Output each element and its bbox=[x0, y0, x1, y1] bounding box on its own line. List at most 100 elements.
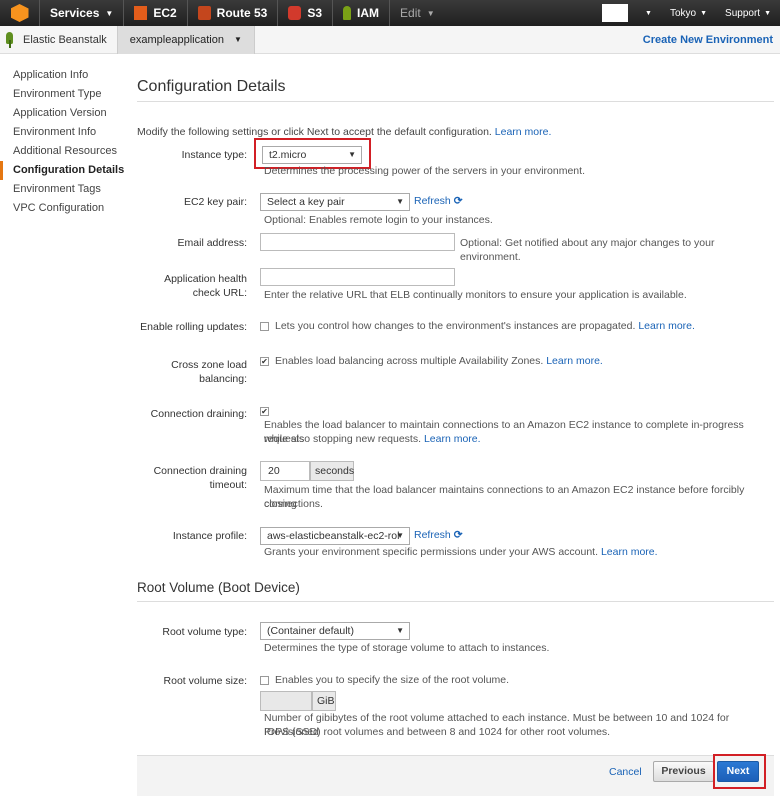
rolling-updates-help: Lets you control how changes to the envi… bbox=[275, 319, 695, 333]
sidebar-item-application-info[interactable]: Application Info bbox=[0, 66, 118, 85]
rolling-updates-checkbox[interactable] bbox=[260, 322, 269, 331]
root-volume-section-title: Root Volume (Boot Device) bbox=[137, 580, 300, 595]
dropdown-arrow-icon: ▼ bbox=[396, 626, 404, 635]
sidebar-item-environment-tags[interactable]: Environment Tags bbox=[0, 180, 118, 199]
instance-profile-select[interactable]: aws-elasticbeanstalk-ec2-rol ▼ bbox=[260, 527, 410, 545]
key-pair-select[interactable]: Select a key pair ▼ bbox=[260, 193, 410, 211]
account-menu[interactable] bbox=[602, 4, 629, 22]
key-pair-label: EC2 key pair: bbox=[183, 196, 247, 208]
support-menu[interactable]: Support ▼ bbox=[716, 0, 780, 26]
nav-route53[interactable]: Route 53 bbox=[188, 0, 279, 26]
support-label: Support bbox=[725, 7, 761, 19]
instance-profile-value: aws-elasticbeanstalk-ec2-rol bbox=[267, 530, 400, 542]
application-dropdown[interactable]: exampleapplication ▼ bbox=[116, 25, 255, 54]
services-menu[interactable]: Services ▼ bbox=[40, 0, 125, 26]
cancel-link[interactable]: Cancel bbox=[609, 766, 642, 778]
ec2-icon bbox=[134, 6, 148, 20]
nav-right-group: ▼ Tokyo ▼ Support ▼ bbox=[602, 0, 780, 26]
aws-logo[interactable] bbox=[0, 0, 40, 26]
dropdown-arrow-icon: ▼ bbox=[396, 531, 404, 540]
chevron-down-icon: ▼ bbox=[426, 8, 435, 18]
health-check-url-field[interactable] bbox=[260, 268, 455, 286]
sidebar-item-application-version[interactable]: Application Version bbox=[0, 104, 118, 123]
connection-draining-label: Connection draining: bbox=[150, 408, 247, 420]
key-pair-value: Select a key pair bbox=[267, 196, 345, 208]
root-volume-type-label: Root volume type: bbox=[162, 626, 247, 638]
route53-icon bbox=[197, 6, 211, 20]
instance-profile-learn-more-link[interactable]: Learn more. bbox=[601, 546, 658, 558]
refresh-label: Refresh bbox=[414, 195, 451, 207]
iam-icon bbox=[343, 6, 352, 20]
sidebar-item-additional-resources[interactable]: Additional Resources bbox=[0, 142, 118, 161]
previous-button[interactable]: Previous bbox=[653, 761, 714, 782]
cross-zone-checkbox[interactable]: ✔ bbox=[260, 357, 269, 366]
root-volume-type-help: Determines the type of storage volume to… bbox=[264, 642, 550, 654]
nav-ec2-label: EC2 bbox=[153, 6, 177, 20]
sidebar-item-environment-info[interactable]: Environment Info bbox=[0, 123, 118, 142]
beanstalk-icon bbox=[6, 31, 16, 48]
root-volume-type-value: (Container default) bbox=[267, 625, 354, 637]
account-chevron[interactable]: ▼ bbox=[632, 0, 661, 26]
connection-draining-help-line2: while also stopping new requests. Learn … bbox=[264, 432, 481, 446]
health-check-label: Application health check URL: bbox=[164, 273, 247, 299]
connection-draining-learn-more-link[interactable]: Learn more. bbox=[424, 433, 481, 445]
chevron-down-icon: ▼ bbox=[105, 8, 114, 18]
services-label: Services bbox=[50, 6, 100, 20]
cross-zone-help-text: Enables load balancing across multiple A… bbox=[275, 355, 544, 367]
sidebar-item-configuration-details[interactable]: Configuration Details bbox=[0, 161, 124, 180]
nav-iam[interactable]: IAM bbox=[333, 0, 391, 26]
elastic-beanstalk-home[interactable]: Elastic Beanstalk bbox=[0, 26, 117, 54]
cross-zone-help: Enables load balancing across multiple A… bbox=[275, 354, 603, 368]
chevron-down-icon: ▼ bbox=[645, 9, 652, 17]
caret-down-icon: ▼ bbox=[233, 35, 242, 44]
root-volume-size-checkbox[interactable] bbox=[260, 676, 269, 685]
intro-text: Modify the following settings or click N… bbox=[137, 126, 551, 138]
instance-profile-label: Instance profile: bbox=[172, 530, 247, 542]
create-new-environment-link[interactable]: Create New Environment bbox=[643, 34, 773, 46]
region-label: Tokyo bbox=[669, 7, 697, 19]
root-volume-divider bbox=[137, 601, 774, 602]
intro-message: Modify the following settings or click N… bbox=[137, 126, 492, 138]
nav-iam-label: IAM bbox=[357, 6, 380, 20]
connection-draining-checkbox[interactable]: ✔ bbox=[260, 407, 269, 416]
refresh-label: Refresh bbox=[414, 529, 451, 541]
top-navigation-bar: Services ▼ EC2 Route 53 S3 IAM Edit ▼ ▼ To… bbox=[0, 0, 780, 26]
sidebar-item-vpc-configuration[interactable]: VPC Configuration bbox=[0, 199, 118, 218]
health-check-help: Enter the relative URL that ELB continua… bbox=[264, 289, 687, 301]
nav-s3-label: S3 bbox=[307, 6, 323, 20]
email-label: Email address: bbox=[177, 237, 247, 249]
cross-zone-label: Cross zone load balancing: bbox=[171, 359, 247, 385]
dropdown-arrow-icon: ▼ bbox=[396, 197, 404, 206]
region-menu[interactable]: Tokyo ▼ bbox=[661, 0, 716, 26]
sub-navigation-bar: Elastic Beanstalk exampleapplication ▼ C… bbox=[0, 25, 780, 54]
chevron-down-icon: ▼ bbox=[700, 9, 708, 17]
service-name: Elastic Beanstalk bbox=[23, 33, 107, 46]
chevron-down-icon: ▼ bbox=[764, 9, 771, 17]
nav-route53-label: Route 53 bbox=[216, 6, 268, 20]
rolling-updates-learn-more-link[interactable]: Learn more. bbox=[638, 320, 695, 332]
email-field[interactable] bbox=[260, 233, 455, 251]
draining-timeout-label: Connection draining timeout: bbox=[153, 465, 247, 491]
nav-edit-label: Edit bbox=[400, 6, 421, 20]
nav-ec2[interactable]: EC2 bbox=[124, 0, 188, 26]
instance-profile-help: Grants your environment specific permiss… bbox=[264, 545, 658, 559]
nav-edit[interactable]: Edit ▼ bbox=[390, 0, 445, 26]
draining-timeout-input[interactable]: 20 bbox=[260, 461, 310, 481]
refresh-icon: ⟳ bbox=[453, 195, 463, 207]
instance-profile-refresh-link[interactable]: Refresh ⟳ bbox=[414, 529, 463, 541]
draining-timeout-help-line1: Maximum time that the load balancer main… bbox=[264, 484, 745, 510]
s3-icon bbox=[288, 6, 302, 20]
instance-type-help: Determines the processing power of the s… bbox=[264, 165, 585, 177]
key-pair-refresh-link[interactable]: Refresh ⟳ bbox=[414, 195, 463, 207]
root-volume-size-check-text: Enables you to specify the size of the r… bbox=[275, 674, 510, 686]
nav-s3[interactable]: S3 bbox=[278, 0, 334, 26]
intro-learn-more-link[interactable]: Learn more. bbox=[495, 126, 552, 138]
root-volume-size-input bbox=[260, 691, 312, 711]
email-help: Optional: Get notified about any major c… bbox=[460, 237, 715, 263]
application-name: exampleapplication bbox=[129, 33, 224, 46]
root-volume-type-select[interactable]: (Container default) ▼ bbox=[260, 622, 410, 640]
title-divider bbox=[137, 101, 774, 102]
sidebar-item-environment-type[interactable]: Environment Type bbox=[0, 85, 118, 104]
cross-zone-learn-more-link[interactable]: Learn more. bbox=[546, 355, 603, 367]
root-volume-size-help-line2: IOPS (SSD) root volumes and between 8 an… bbox=[264, 726, 611, 738]
